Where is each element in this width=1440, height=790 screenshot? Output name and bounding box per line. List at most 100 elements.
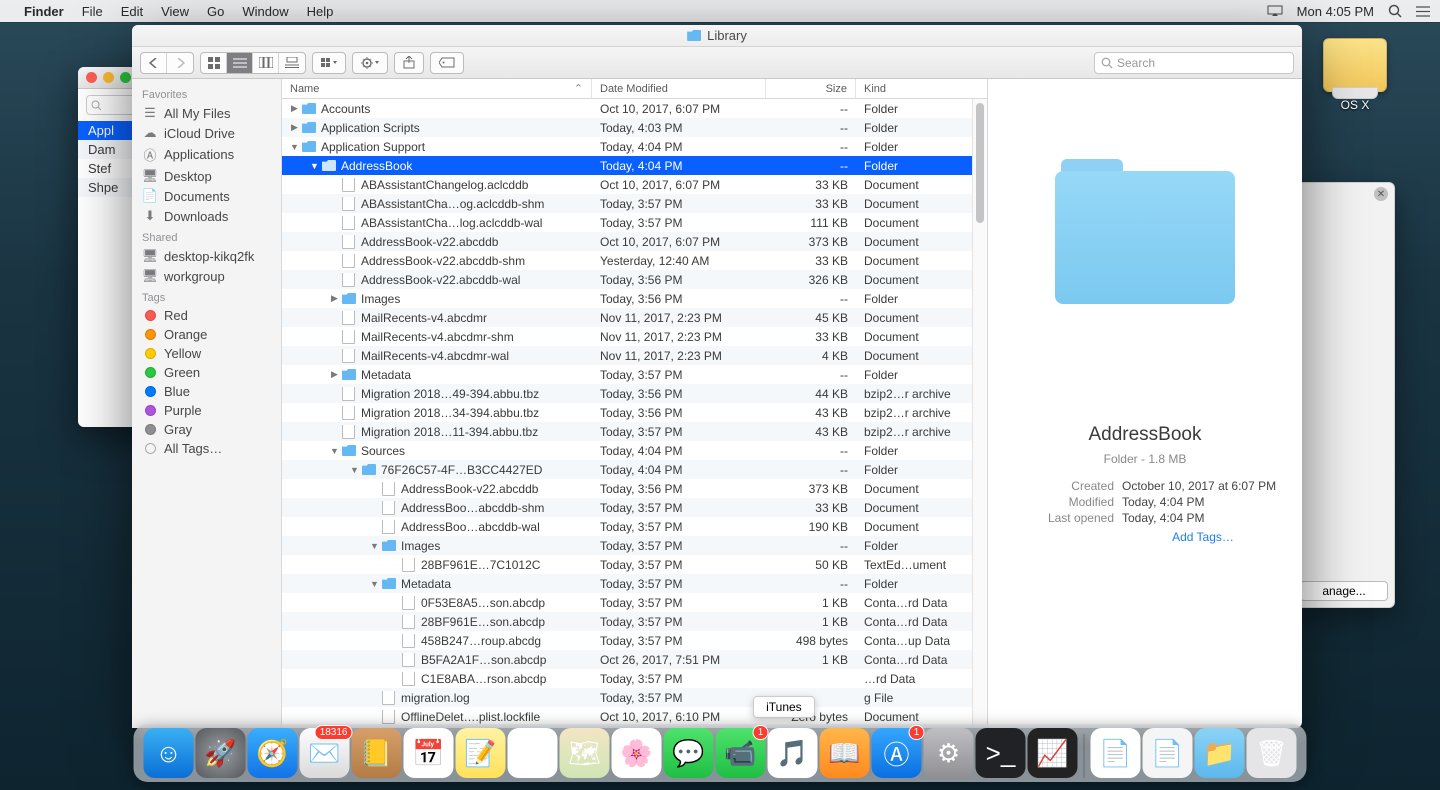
sidebar-item[interactable]: 🖥Desktop — [132, 166, 281, 186]
sidebar-item[interactable]: 🖥desktop-kikq2fk — [132, 246, 281, 266]
search-field[interactable]: Search — [1094, 52, 1294, 74]
file-row[interactable]: 0F53E8A5…son.abcdpToday, 3:57 PM1 KBCont… — [282, 593, 972, 612]
dock-activity[interactable]: 📈 — [1028, 728, 1078, 778]
sidebar-item[interactable]: ☁iCloud Drive — [132, 123, 281, 143]
file-row[interactable]: AddressBook-v22.abcddb-shmYesterday, 12:… — [282, 251, 972, 270]
column-view[interactable] — [253, 53, 279, 73]
sidebar-tag[interactable]: Purple — [132, 401, 281, 420]
disclosure-triangle[interactable]: ▶ — [330, 293, 339, 304]
col-name[interactable]: Name⌃ — [282, 79, 592, 98]
share-button[interactable] — [394, 52, 424, 74]
file-row[interactable]: 28BF961E…son.abcdpToday, 3:57 PM1 KBCont… — [282, 612, 972, 631]
back-button[interactable] — [141, 53, 167, 73]
storage-popup[interactable]: ✕ anage... — [1293, 182, 1395, 608]
dock-ibooks[interactable]: 📖 — [820, 728, 870, 778]
file-row[interactable]: MailRecents-v4.abcdmr-walNov 11, 2017, 2… — [282, 346, 972, 365]
file-row[interactable]: ▼Application SupportToday, 4:04 PM--Fold… — [282, 137, 972, 156]
menu-window[interactable]: Window — [242, 4, 288, 19]
file-row[interactable]: ▶ImagesToday, 3:56 PM--Folder — [282, 289, 972, 308]
disclosure-triangle[interactable]: ▼ — [370, 541, 379, 551]
dock-appstore[interactable]: Ⓐ1 — [872, 728, 922, 778]
file-row[interactable]: AddressBook-v22.abcddbToday, 3:56 PM373 … — [282, 479, 972, 498]
sidebar-item[interactable]: ☰All My Files — [132, 103, 281, 123]
dock-reminders[interactable]: ☑ — [508, 728, 558, 778]
sidebar-item[interactable]: ⬇Downloads — [132, 206, 281, 226]
file-row[interactable]: ▼AddressBookToday, 4:04 PM--Folder — [282, 156, 972, 175]
disclosure-triangle[interactable]: ▼ — [310, 161, 319, 171]
sidebar-item[interactable]: ⒶApplications — [132, 143, 281, 166]
dock-doc2[interactable]: 📄 — [1143, 728, 1193, 778]
list-view[interactable] — [227, 53, 253, 73]
file-row[interactable]: MailRecents-v4.abcdmrNov 11, 2017, 2:23 … — [282, 308, 972, 327]
sidebar-tag[interactable]: All Tags… — [132, 439, 281, 458]
dock-mail[interactable]: ✉️18316 — [300, 728, 350, 778]
sidebar-tag[interactable]: Blue — [132, 382, 281, 401]
sidebar-tag[interactable]: Red — [132, 306, 281, 325]
file-row[interactable]: ▶AccountsOct 10, 2017, 6:07 PM--Folder — [282, 99, 972, 118]
menu-view[interactable]: View — [161, 4, 189, 19]
file-row[interactable]: C1E8ABA…rson.abcdpToday, 3:57 PM …rd Dat… — [282, 669, 972, 688]
dock-facetime[interactable]: 📹1 — [716, 728, 766, 778]
file-row[interactable]: Migration 2018…49-394.abbu.tbzToday, 3:5… — [282, 384, 972, 403]
dock-notes[interactable]: 📝 — [456, 728, 506, 778]
menu-extras-icon[interactable] — [1416, 6, 1430, 17]
dock-finder[interactable]: ☺ — [144, 728, 194, 778]
dock-sysprefs[interactable]: ⚙ — [924, 728, 974, 778]
dock-maps[interactable]: 🗺 — [560, 728, 610, 778]
file-row[interactable]: ▼SourcesToday, 4:04 PM--Folder — [282, 441, 972, 460]
dock-doc1[interactable]: 📄 — [1091, 728, 1141, 778]
tags-button[interactable] — [430, 52, 464, 74]
menu-help[interactable]: Help — [307, 4, 334, 19]
dock-trash[interactable]: 🗑 — [1247, 728, 1297, 778]
zoom-button[interactable] — [178, 30, 190, 42]
menu-go[interactable]: Go — [207, 4, 224, 19]
dock-folder[interactable]: 📁 — [1195, 728, 1245, 778]
dock-photos[interactable]: 🌸 — [612, 728, 662, 778]
airplay-icon[interactable] — [1267, 5, 1283, 17]
file-row[interactable]: ▶MetadataToday, 3:57 PM--Folder — [282, 365, 972, 384]
file-row[interactable]: B5FA2A1F…son.abcdpOct 26, 2017, 7:51 PM1… — [282, 650, 972, 669]
sidebar-item[interactable]: 📄Documents — [132, 186, 281, 206]
dock-safari[interactable]: 🧭 — [248, 728, 298, 778]
clock[interactable]: Mon 4:05 PM — [1297, 4, 1374, 19]
menu-edit[interactable]: Edit — [121, 4, 143, 19]
file-row[interactable]: ▼ImagesToday, 3:57 PM--Folder — [282, 536, 972, 555]
manage-button[interactable]: anage... — [1300, 581, 1388, 601]
sidebar-item[interactable]: 🖥workgroup — [132, 266, 281, 286]
file-row[interactable]: migration.logToday, 3:57 PM g File — [282, 688, 972, 707]
file-row[interactable]: Migration 2018…11-394.abbu.tbzToday, 3:5… — [282, 422, 972, 441]
disclosure-triangle[interactable]: ▶ — [290, 122, 299, 133]
action-button[interactable] — [352, 52, 388, 74]
scrollbar[interactable] — [972, 99, 987, 728]
dock-messages[interactable]: 💬 — [664, 728, 714, 778]
disclosure-triangle[interactable]: ▼ — [350, 465, 359, 475]
file-row[interactable]: AddressBook-v22.abcddbOct 10, 2017, 6:07… — [282, 232, 972, 251]
file-row[interactable]: ▶Application ScriptsToday, 4:03 PM--Fold… — [282, 118, 972, 137]
close-button[interactable] — [140, 30, 152, 42]
file-row[interactable]: ▼76F26C57-4F…B3CC4427EDToday, 4:04 PM--F… — [282, 460, 972, 479]
file-row[interactable]: ABAssistantCha…og.aclcddb-shmToday, 3:57… — [282, 194, 972, 213]
col-date[interactable]: Date Modified — [592, 79, 766, 98]
spotlight-icon[interactable] — [1388, 4, 1402, 18]
dock-itunes[interactable]: 🎵 — [768, 728, 818, 778]
col-size[interactable]: Size — [766, 79, 856, 98]
disclosure-triangle[interactable]: ▶ — [330, 369, 339, 380]
title-bar[interactable]: Library — [132, 25, 1302, 47]
dock-terminal[interactable]: >_ — [976, 728, 1026, 778]
file-row[interactable]: AddressBoo…abcddb-shmToday, 3:57 PM33 KB… — [282, 498, 972, 517]
coverflow-view[interactable] — [279, 53, 305, 73]
menu-file[interactable]: File — [82, 4, 103, 19]
file-row[interactable]: MailRecents-v4.abcdmr-shmNov 11, 2017, 2… — [282, 327, 972, 346]
disclosure-triangle[interactable]: ▼ — [330, 446, 339, 456]
disclosure-triangle[interactable]: ▶ — [290, 103, 299, 114]
file-row[interactable]: Migration 2018…34-394.abbu.tbzToday, 3:5… — [282, 403, 972, 422]
file-row[interactable]: 28BF961E…7C1012CToday, 3:57 PM50 KBTextE… — [282, 555, 972, 574]
file-row[interactable]: ABAssistantChangelog.aclcddbOct 10, 2017… — [282, 175, 972, 194]
scroll-thumb[interactable] — [976, 103, 984, 223]
dock-launchpad[interactable]: 🚀 — [196, 728, 246, 778]
sidebar-tag[interactable]: Gray — [132, 420, 281, 439]
file-row[interactable]: 458B247…roup.abcdgToday, 3:57 PM498 byte… — [282, 631, 972, 650]
add-tags-link[interactable]: Add Tags… — [1172, 530, 1234, 544]
dock-contacts[interactable]: 📒 — [352, 728, 402, 778]
sidebar-tag[interactable]: Green — [132, 363, 281, 382]
